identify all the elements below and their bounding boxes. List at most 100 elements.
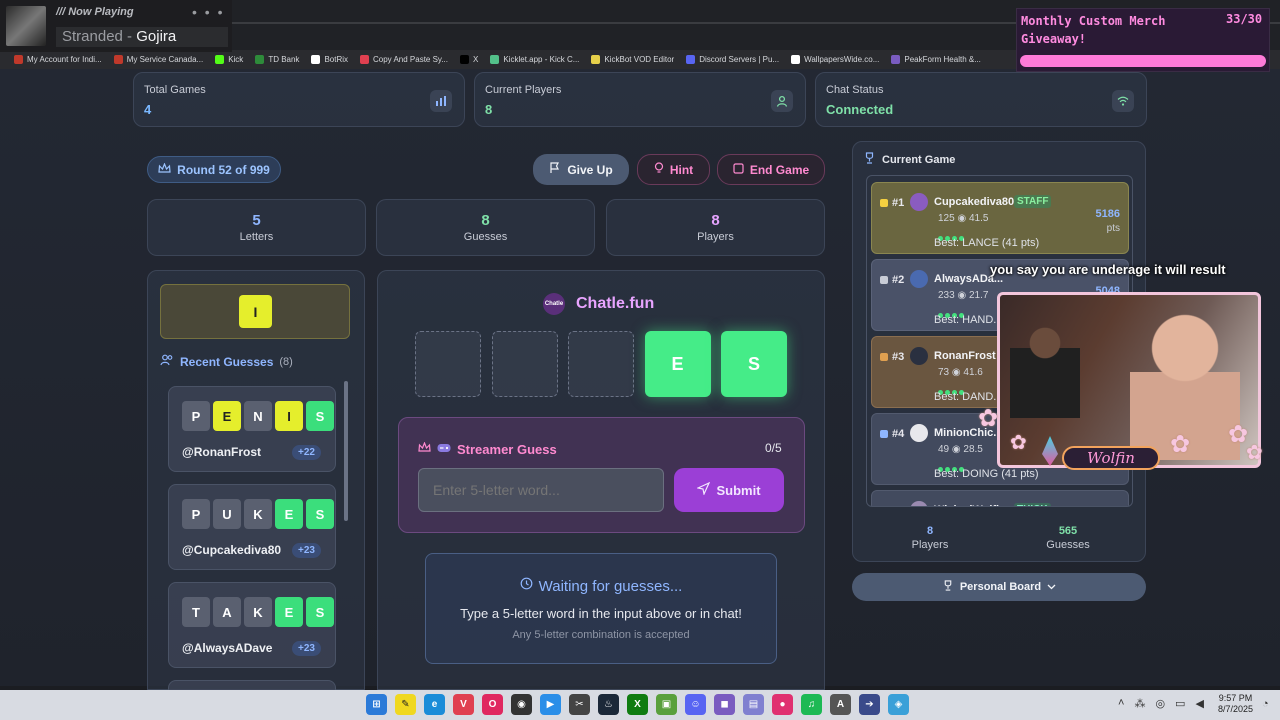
- minecraft-icon[interactable]: ▣: [656, 694, 677, 715]
- sticky-notes-icon[interactable]: ✎: [395, 694, 416, 715]
- leaderboard-rank: #5: [892, 505, 904, 506]
- board-tile: E: [644, 331, 711, 397]
- webcam-person-left: [1010, 318, 1080, 418]
- app-arrow-icon[interactable]: ➔: [859, 694, 880, 715]
- leaderboard-row[interactable]: #1 Cupcakediva80 STAFF 125 ◉ 41.5 Best: LANC…: [871, 182, 1129, 254]
- vivaldi-icon[interactable]: V: [453, 694, 474, 715]
- discord-icon[interactable]: ☺: [685, 694, 706, 715]
- chevron-down-icon: [1047, 581, 1056, 593]
- give-up-button[interactable]: Give Up: [533, 154, 629, 185]
- player-stats: 233 ◉ 21.7: [938, 290, 989, 301]
- windows-start-icon[interactable]: ⊞: [366, 694, 387, 715]
- letter-tile: K: [244, 499, 272, 529]
- chevron-up-icon[interactable]: ˄: [1118, 697, 1124, 710]
- obs-icon[interactable]: ◉: [511, 694, 532, 715]
- bookmark-item[interactable]: Kicklet.app - Kick C...: [484, 55, 585, 64]
- bookmark-item[interactable]: KickBot VOD Editor: [585, 55, 680, 64]
- best-word: Best: LANCE (41 pts): [934, 237, 1040, 249]
- submit-label: Submit: [716, 482, 761, 498]
- network-icon[interactable]: ◎: [1155, 697, 1165, 710]
- capcut-icon[interactable]: ✂: [569, 694, 590, 715]
- bookmark-item[interactable]: WallpapersWide.co...: [785, 55, 885, 64]
- bookmark-favicon-icon: [791, 55, 801, 64]
- bookmark-label: My Service Canada...: [126, 55, 204, 64]
- grid-icon[interactable]: ⁂: [1134, 697, 1145, 710]
- word-input[interactable]: [418, 468, 664, 512]
- opera-icon[interactable]: O: [482, 694, 503, 715]
- player-stats: 49 ◉ 28.5: [938, 444, 983, 455]
- photos-icon[interactable]: ▤: [743, 694, 764, 715]
- clock-time: 9:57 PM: [1218, 693, 1253, 703]
- adobe-icon[interactable]: A: [830, 694, 851, 715]
- spotify-icon[interactable]: ♫: [801, 694, 822, 715]
- summary-value: 8: [481, 212, 490, 229]
- guess-points-badge: +22: [292, 445, 321, 460]
- stat-label: Current Players: [485, 84, 562, 96]
- avatar: [910, 193, 928, 211]
- recent-guesses-scrollbar[interactable]: [344, 381, 348, 521]
- recent-guesses-header: Recent Guesses (8): [160, 353, 293, 371]
- bookmark-favicon-icon: [460, 55, 470, 64]
- guess-card: [168, 680, 336, 690]
- leaderboard-name: Cupcakediva80: [934, 196, 1015, 208]
- bookmark-item[interactable]: My Service Canada...: [108, 55, 209, 64]
- letter-tile: S: [306, 401, 334, 431]
- letter-tile: T: [182, 597, 210, 627]
- guess-points-badge: +23: [292, 641, 321, 656]
- personal-board-button[interactable]: Personal Board: [852, 573, 1146, 601]
- bookmark-item[interactable]: Kick: [209, 55, 249, 64]
- maps-pin-icon[interactable]: ●: [772, 694, 793, 715]
- bookmark-item[interactable]: BotRix: [305, 55, 354, 64]
- steam-icon[interactable]: ♨: [598, 694, 619, 715]
- letter-tile: P: [182, 499, 210, 529]
- end-game-button[interactable]: End Game: [717, 154, 825, 185]
- bookmark-label: Kick: [228, 55, 244, 64]
- notification-bell-icon[interactable]: ◔: [1262, 698, 1269, 710]
- streamlabs-icon[interactable]: ▶: [540, 694, 561, 715]
- streamer-guess-header: Streamer Guess: [418, 440, 557, 458]
- webcam-name-tag: Wolfin: [1062, 446, 1160, 470]
- streamer-guess-count: 0/5: [765, 441, 782, 455]
- bookmark-item[interactable]: My Account for Indi...: [8, 55, 108, 64]
- footer-players-label: Players: [911, 539, 949, 551]
- bookmark-item[interactable]: TD Bank: [249, 55, 305, 64]
- stat-value: Connected: [826, 102, 894, 117]
- footer-guesses: 565 Guesses: [1018, 525, 1118, 551]
- best-word: Best: DAND...: [934, 391, 1003, 403]
- guess-username: @RonanFrost: [182, 445, 262, 459]
- bookmark-item[interactable]: Copy And Paste Sy...: [354, 55, 454, 64]
- end-game-label: End Game: [749, 162, 810, 177]
- player-stats: 73 ◉ 41.6: [938, 367, 983, 378]
- bookmark-label: KickBot VOD Editor: [604, 55, 675, 64]
- bookmark-item[interactable]: PeakForm Health &...: [885, 55, 986, 64]
- twitch-icon[interactable]: ◼: [714, 694, 735, 715]
- guess-letters: PUKES: [182, 499, 334, 529]
- bookmark-favicon-icon: [686, 55, 696, 64]
- stat-total-games: Total Games 4: [133, 72, 465, 127]
- bookmark-item[interactable]: X: [454, 55, 484, 64]
- letter-tile: K: [244, 597, 272, 627]
- stat-value: 8: [485, 102, 493, 117]
- taskbar-clock[interactable]: 9:57 PM 8/7/2025: [1218, 693, 1253, 715]
- role-badge: THICK: [1014, 503, 1051, 506]
- letter-tile: S: [306, 499, 334, 529]
- display-icon[interactable]: ▭: [1175, 697, 1185, 710]
- current-game-header: Current Game: [863, 151, 955, 169]
- submit-button[interactable]: Submit: [674, 468, 784, 512]
- volume-icon[interactable]: ◀: [1195, 697, 1203, 710]
- hint-button[interactable]: Hint: [637, 154, 710, 185]
- bookmark-favicon-icon: [113, 55, 123, 64]
- bookmark-item[interactable]: Discord Servers | Pu...: [680, 55, 785, 64]
- player-score: 5186: [1095, 208, 1120, 220]
- waiting-title: Waiting for guesses...: [538, 577, 683, 595]
- score-unit: pts: [1106, 223, 1120, 234]
- merch-count: 33/30: [1226, 12, 1263, 26]
- store-icon[interactable]: ◈: [888, 694, 909, 715]
- edge-browser-icon[interactable]: e: [424, 694, 445, 715]
- guess-username: @Cupcakediva80: [182, 543, 282, 557]
- leaderboard-row[interactable]: #5 WickedWolfin THICK: [871, 490, 1129, 506]
- bookmark-favicon-icon: [591, 55, 601, 64]
- bookmark-favicon-icon: [490, 55, 500, 64]
- avatar: [910, 347, 928, 365]
- xbox-icon[interactable]: X: [627, 694, 648, 715]
